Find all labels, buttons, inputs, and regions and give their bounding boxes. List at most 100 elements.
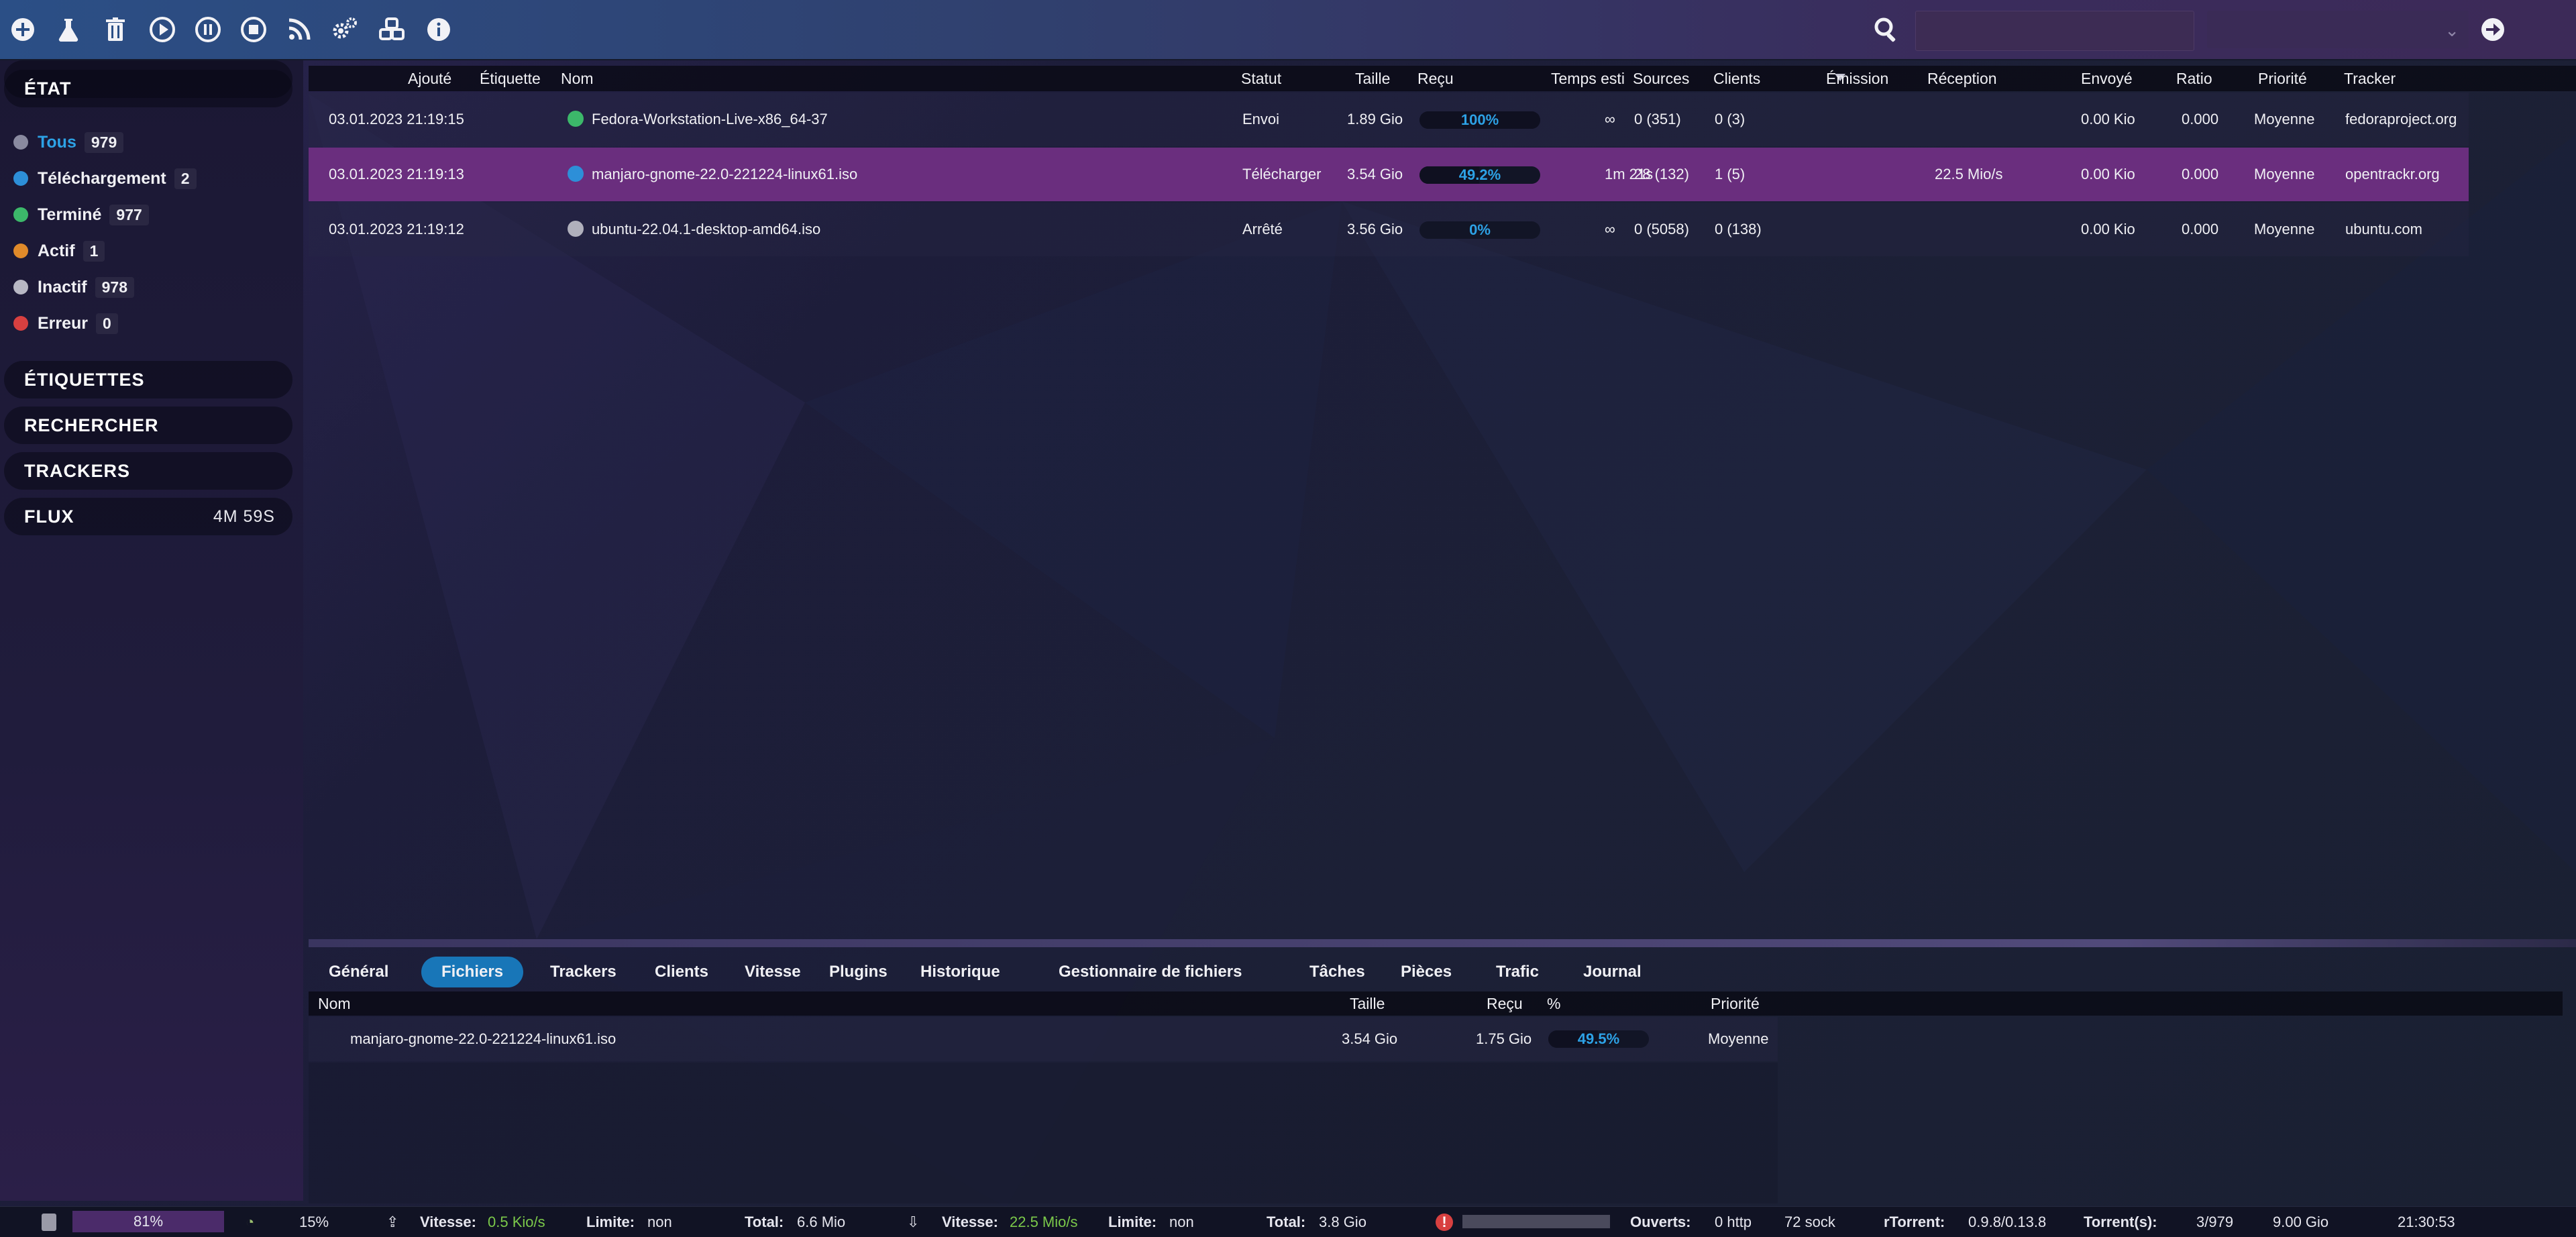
file-received: 1.75 Gio [1476, 1030, 1532, 1047]
stop-icon[interactable] [236, 12, 271, 47]
tab-trackers[interactable]: Trackers [530, 957, 637, 987]
client-label: rTorrent: [1884, 1214, 1945, 1230]
about-icon[interactable] [421, 12, 456, 47]
tab-plugins[interactable]: Plugins [809, 957, 908, 987]
file-size: 3.54 Gio [1342, 1030, 1398, 1047]
state-icon [13, 316, 28, 331]
state-filter-item[interactable]: Actif 1 [13, 237, 105, 264]
file-row[interactable]: manjaro-gnome-22.0-221224-linux61.iso 3.… [309, 1017, 1778, 1061]
state-filter-item[interactable]: Téléchargement 2 [13, 165, 197, 192]
torrent-progress-bar: 100% [1419, 111, 1540, 129]
torrent-name-cell: ubuntu-22.04.1-desktop-amd64.iso [568, 203, 820, 256]
column-download-speed[interactable]: Réception [1927, 66, 1997, 91]
state-header[interactable]: ÉTAT [4, 70, 292, 107]
state-filter-item[interactable]: Inactif 978 [13, 274, 134, 301]
settings-icon[interactable] [327, 12, 362, 47]
file-name: manjaro-gnome-22.0-221224-linux61.iso [350, 1030, 616, 1047]
upload-limit[interactable]: non [647, 1207, 672, 1237]
torrent-added: 03.01.2023 21:19:15 [329, 111, 464, 127]
column-ratio[interactable]: Ratio [2176, 66, 2212, 91]
column-peers[interactable]: Clients [1713, 66, 1760, 91]
torrent-status-icon [568, 166, 584, 182]
torrent-ratio: 0.000 [2182, 166, 2219, 182]
plugins-icon[interactable] [374, 12, 409, 47]
upload-speed[interactable]: 0.5 Kio/s [488, 1207, 545, 1237]
logout-icon[interactable] [2475, 12, 2510, 47]
state-icon [13, 207, 28, 222]
files-column-percent[interactable]: % [1547, 991, 1560, 1016]
download-speed[interactable]: 22.5 Mio/s [1010, 1207, 1078, 1237]
state-header-label: ÉTAT [24, 78, 72, 99]
pause-icon[interactable] [191, 12, 225, 47]
tab-trafic[interactable]: Trafic [1476, 957, 1559, 987]
tab-gestionnaire-de-fichiers[interactable]: Gestionnaire de fichiers [1038, 957, 1262, 987]
column-seeds[interactable]: Sources [1633, 66, 1689, 91]
column-tracker[interactable]: Tracker [2344, 66, 2396, 91]
state-filter-item[interactable]: Erreur 0 [13, 310, 118, 337]
search-input[interactable] [1915, 11, 2194, 51]
state-label: Terminé [38, 205, 102, 224]
tab-journal[interactable]: Journal [1563, 957, 1662, 987]
files-column-name[interactable]: Nom [318, 991, 351, 1016]
torrent-seeds: 0 (351) [1634, 111, 1681, 127]
files-column-priority[interactable]: Priorité [1711, 991, 1760, 1016]
torrent-row[interactable]: 03.01.2023 21:19:13 Télécharger 3.54 Gio 1m… [309, 148, 2469, 201]
column-size[interactable]: Taille [1355, 66, 1390, 91]
torrent-ratio: 0.000 [2182, 111, 2219, 127]
download-limit[interactable]: non [1169, 1207, 1194, 1237]
torrent-row[interactable]: 03.01.2023 21:19:15 Envoi 1.89 Gio ∞ 0 (351)… [309, 93, 2469, 146]
download-limit-label: Limite: [1108, 1214, 1157, 1230]
column-received[interactable]: Reçu [1417, 66, 1454, 91]
search-header[interactable]: RECHERCHER [4, 407, 292, 444]
search-icon[interactable] [1869, 12, 1904, 47]
alert-icon[interactable]: ! [1436, 1214, 1453, 1231]
tab-historique[interactable]: Historique [900, 957, 1020, 987]
state-filter-item[interactable]: Terminé 977 [13, 201, 149, 228]
files-column-size[interactable]: Taille [1350, 991, 1385, 1016]
column-added[interactable]: Ajouté [408, 66, 451, 91]
column-priority[interactable]: Priorité [2258, 66, 2307, 91]
tab-fichiers[interactable]: Fichiers [421, 957, 524, 987]
clock: 21:30:53 [2398, 1214, 2455, 1230]
delete-icon[interactable] [98, 12, 133, 47]
column-sent[interactable]: Envoyé [2081, 66, 2133, 91]
feeds-header[interactable]: FLUX 4M 59S [4, 498, 292, 535]
create-torrent-icon[interactable] [51, 12, 86, 47]
upload-speed-label: Vitesse: [420, 1214, 476, 1230]
file-progress-text: 49.5% [1577, 1030, 1620, 1047]
column-name[interactable]: Nom [561, 66, 594, 91]
torrent-eta: ∞ [1605, 111, 1615, 127]
trackers-header[interactable]: TRACKERS [4, 452, 292, 490]
tab-pièces[interactable]: Pièces [1381, 957, 1472, 987]
start-icon[interactable] [145, 12, 180, 47]
files-column-received[interactable]: Reçu [1487, 991, 1523, 1016]
labels-header[interactable]: ÉTIQUETTES [4, 361, 292, 398]
torrent-peers: 0 (138) [1715, 221, 1762, 237]
torrent-seeds: 0 (5058) [1634, 221, 1689, 237]
column-status[interactable]: Statut [1241, 66, 1281, 91]
torrent-name-cell: manjaro-gnome-22.0-221224-linux61.iso [568, 148, 857, 201]
torrents-count: 3/979 [2196, 1214, 2234, 1230]
files-empty-area [309, 1063, 1778, 1203]
tab-clients[interactable]: Clients [635, 957, 729, 987]
column-upload-speed[interactable]: Émission [1826, 66, 1888, 91]
tab-vitesse[interactable]: Vitesse [724, 957, 821, 987]
torrent-row[interactable]: 03.01.2023 21:19:12 Arrêté 3.56 Gio ∞ 0 (505… [309, 203, 2469, 256]
rss-icon[interactable] [282, 12, 317, 47]
download-speed-label: Vitesse: [942, 1214, 998, 1230]
download-icon: ⇩ [907, 1214, 920, 1230]
state-filter-item[interactable]: Tous 979 [13, 129, 124, 156]
tab-tâches[interactable]: Tâches [1289, 957, 1385, 987]
search-filter-select[interactable]: ⌄ [2207, 11, 2469, 48]
torrent-peers: 1 (5) [1715, 166, 1746, 182]
feeds-timer: 4M 59S [213, 506, 275, 526]
torrent-priority: Moyenne [2254, 111, 2315, 127]
column-label[interactable]: Étiquette [480, 66, 541, 91]
column-eta[interactable]: Temps esti [1551, 66, 1630, 91]
tab-général[interactable]: Général [309, 957, 409, 987]
chevron-down-icon: ⌄ [2445, 20, 2459, 40]
torrent-added: 03.01.2023 21:19:12 [329, 221, 464, 237]
panel-splitter[interactable] [309, 939, 2576, 947]
torrent-status-icon [568, 111, 584, 127]
add-icon[interactable] [5, 12, 40, 47]
